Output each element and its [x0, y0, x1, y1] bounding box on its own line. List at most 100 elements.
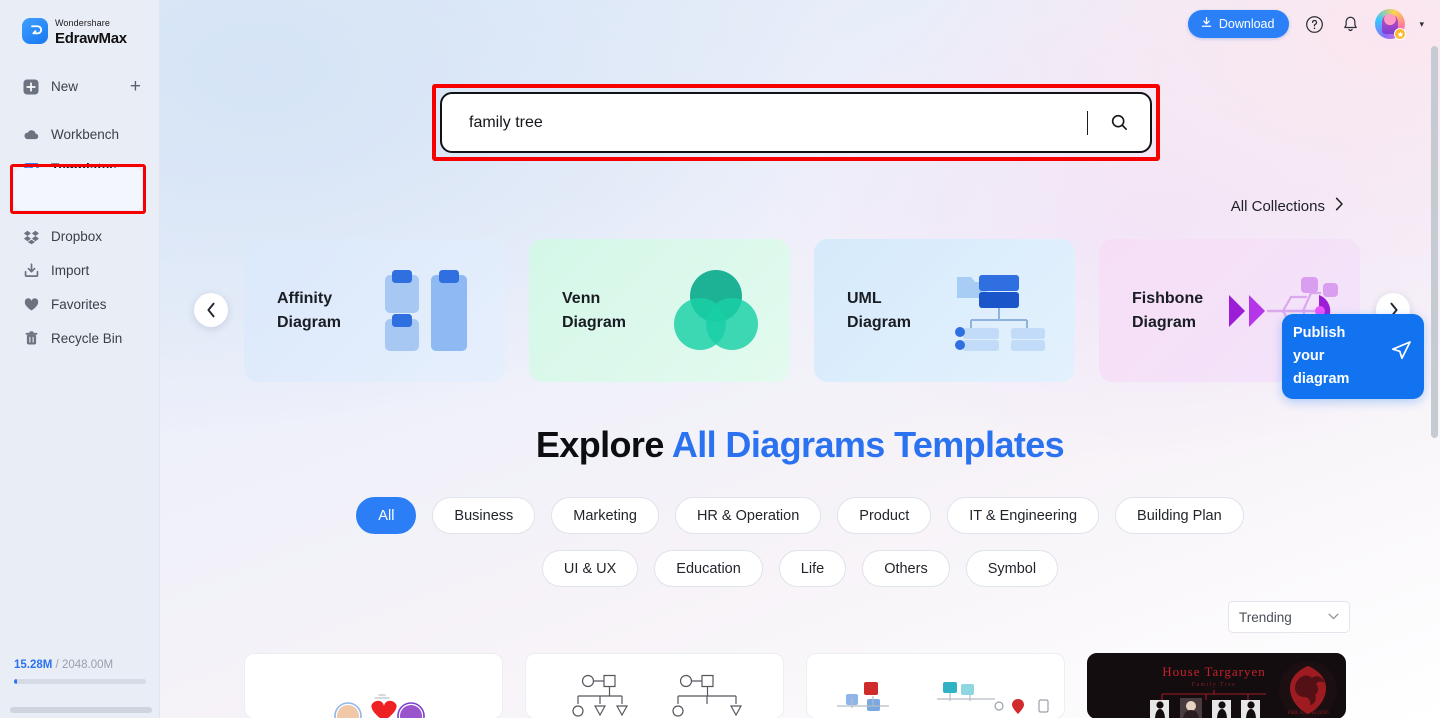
- filter-chip-life[interactable]: Life: [778, 550, 847, 587]
- brand-bottom-label: EdrawMax: [55, 29, 127, 47]
- sidebar-item-workbench[interactable]: Workbench: [0, 118, 159, 152]
- svg-text:FIRE AND BLOOD: FIRE AND BLOOD: [1287, 711, 1329, 716]
- filter-chip-building-plan[interactable]: Building Plan: [1115, 497, 1244, 534]
- new-plus-box-icon: [22, 78, 40, 96]
- filter-chip-others[interactable]: Others: [862, 550, 950, 587]
- template-card-genogram-chart[interactable]: [525, 653, 784, 718]
- sidebar-item-dropbox[interactable]: Dropbox: [0, 220, 159, 254]
- category-title-line2: Diagram: [1132, 313, 1197, 331]
- filter-chip-hr-operation[interactable]: HR & Operation: [674, 497, 822, 534]
- chevron-right-icon: [1335, 197, 1344, 215]
- filter-chip-all[interactable]: All: [356, 497, 417, 534]
- avatar[interactable]: [1375, 9, 1407, 40]
- category-title-line1: Fishbone: [1132, 290, 1204, 308]
- brand-top-label: Wondershare: [55, 18, 110, 28]
- svg-text:Family Tree: Family Tree: [1192, 682, 1237, 688]
- search-bar[interactable]: [440, 92, 1152, 153]
- search-input[interactable]: [442, 113, 1087, 132]
- storage-used: 15.28M: [14, 659, 53, 671]
- sort-dropdown[interactable]: Trending: [1228, 601, 1350, 633]
- sidebar: Wondershare EdrawMax New + Workbench Dro…: [0, 0, 160, 718]
- sidebar-horizontal-scrollbar[interactable]: [10, 707, 152, 713]
- category-card-venn-diagram[interactable]: Venn Diagram: [529, 239, 790, 382]
- sidebar-item-recycle-bin-label: Recycle Bin: [51, 331, 123, 347]
- category-card-title: Venn Diagram: [562, 287, 660, 333]
- filter-chip-it-engineering[interactable]: IT & Engineering: [947, 497, 1100, 534]
- publish-line1: Publish: [1293, 325, 1346, 342]
- category-card-title: Fishbone Diagram: [1132, 287, 1230, 333]
- publish-your-diagram-button[interactable]: Publish your diagram: [1282, 314, 1424, 399]
- template-card-family-photo-tree[interactable]: [244, 653, 503, 718]
- cloud-icon: [22, 126, 40, 144]
- svg-text:House Targaryen: House Targaryen: [1162, 664, 1266, 679]
- scrollbar-thumb[interactable]: [1431, 46, 1438, 438]
- sidebar-item-recycle-bin[interactable]: Recycle Bin: [0, 322, 159, 356]
- download-button[interactable]: Download: [1187, 10, 1290, 38]
- category-title-line1: Affinity: [277, 290, 333, 308]
- category-filters: All Business Marketing HR & Operation Pr…: [160, 497, 1440, 603]
- category-title-line2: Diagram: [562, 313, 627, 331]
- filter-chip-education[interactable]: Education: [654, 550, 763, 587]
- filter-chip-ui-ux[interactable]: UI & UX: [541, 550, 639, 587]
- template-results-grid: House Targaryen Family Tree FIRE AND BLO…: [244, 653, 1346, 718]
- affinity-art-icon: [371, 239, 491, 382]
- storage-total: 2048.00M: [61, 659, 114, 671]
- filter-row-1: All Business Marketing HR & Operation Pr…: [160, 497, 1440, 534]
- chevron-down-icon: [1328, 612, 1339, 623]
- category-card-title: Affinity Diagram: [277, 287, 375, 333]
- download-icon: [1200, 16, 1213, 32]
- page-title: Explore All Diagrams Templates: [160, 424, 1440, 466]
- page-title-prefix: Explore: [535, 424, 664, 465]
- sort-value: Trending: [1239, 609, 1292, 625]
- category-title-line1: Venn: [562, 290, 601, 308]
- category-title-line1: UML: [847, 290, 882, 308]
- account-chevron-down-icon[interactable]: ▾: [1419, 19, 1424, 30]
- bell-icon[interactable]: [1339, 13, 1361, 35]
- sidebar-item-favorites-label: Favorites: [51, 297, 107, 313]
- template-card-family-tree-chart[interactable]: [806, 653, 1065, 718]
- top-bar: Download ▾: [1187, 9, 1424, 40]
- sidebar-item-new-label: New: [51, 79, 79, 95]
- filter-row-2: UI & UX Education Life Others Symbol: [160, 550, 1440, 587]
- sidebar-item-dropbox-label: Dropbox: [51, 229, 103, 245]
- sidebar-item-new[interactable]: New +: [0, 70, 159, 104]
- edrawmax-logo-icon: [22, 17, 48, 44]
- sidebar-item-workbench-label: Workbench: [51, 127, 120, 143]
- category-title-line2: Diagram: [847, 313, 912, 331]
- help-icon[interactable]: [1303, 13, 1325, 35]
- category-title-line2: Diagram: [277, 313, 342, 331]
- category-card-title: UML Diagram: [847, 287, 945, 333]
- storage-text: 15.28M / 2048.00M: [14, 659, 146, 671]
- main-content: Download ▾ family tree All Collections A…: [160, 0, 1440, 718]
- sidebar-nav: New + Workbench Dropbox Import Favorites…: [0, 70, 159, 356]
- filter-chip-symbol[interactable]: Symbol: [965, 550, 1059, 587]
- search-icon[interactable]: [1088, 94, 1150, 151]
- page-vertical-scrollbar[interactable]: [1431, 46, 1438, 706]
- storage-indicator: 15.28M / 2048.00M: [14, 659, 146, 684]
- sidebar-item-favorites[interactable]: Favorites: [0, 288, 159, 322]
- uml-art-icon: [941, 239, 1061, 382]
- category-card-uml-diagram[interactable]: UML Diagram: [814, 239, 1075, 382]
- storage-progress-fill: [14, 679, 17, 684]
- filter-chip-marketing[interactable]: Marketing: [551, 497, 659, 534]
- brand-logo-area[interactable]: Wondershare EdrawMax: [0, 0, 159, 48]
- sidebar-item-import[interactable]: Import: [0, 254, 159, 288]
- heart-icon: [22, 296, 40, 314]
- category-card-affinity-diagram[interactable]: Affinity Diagram: [244, 239, 505, 382]
- all-collections-label: All Collections: [1230, 197, 1325, 215]
- filter-chip-product[interactable]: Product: [837, 497, 932, 534]
- page-title-highlight: All Diagrams Templates: [671, 424, 1065, 465]
- storage-divider: /: [52, 659, 62, 671]
- import-icon: [22, 262, 40, 280]
- filter-chip-business[interactable]: Business: [432, 497, 536, 534]
- all-collections-link[interactable]: All Collections: [1231, 197, 1344, 215]
- publish-label: Publish your diagram: [1293, 322, 1349, 391]
- publish-line3: diagram: [1293, 370, 1350, 387]
- send-icon: [1389, 339, 1413, 368]
- dropbox-icon: [22, 228, 40, 246]
- edrawmax-app: Wondershare EdrawMax New + Workbench Dro…: [0, 0, 1440, 718]
- add-new-button[interactable]: +: [130, 77, 141, 96]
- publish-line2: your: [1293, 348, 1325, 365]
- carousel-prev-button[interactable]: [194, 293, 228, 327]
- template-card-house-targaryen-family-tree[interactable]: House Targaryen Family Tree FIRE AND BLO…: [1087, 653, 1346, 718]
